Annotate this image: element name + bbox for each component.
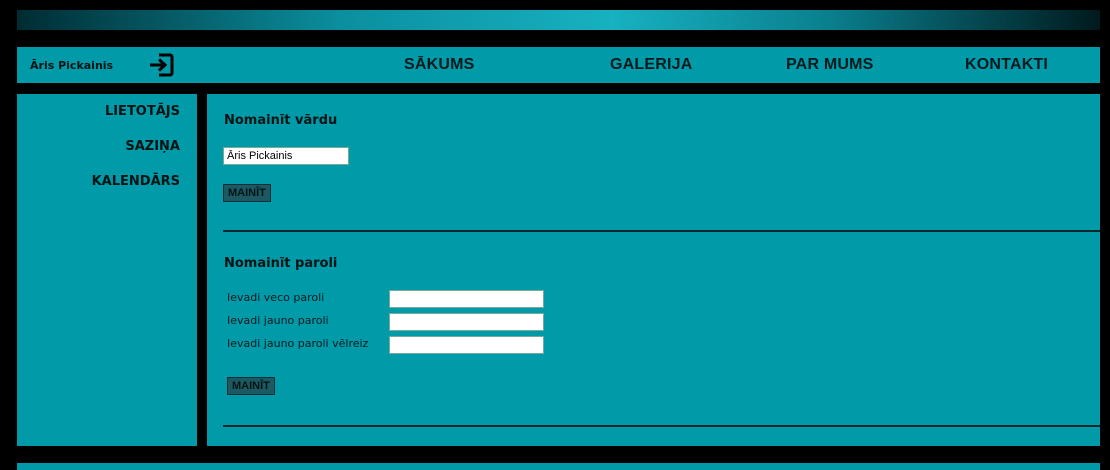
repeat-password-field[interactable] bbox=[389, 336, 544, 354]
change-name-button[interactable]: MAINĪT bbox=[223, 184, 271, 202]
name-input[interactable] bbox=[223, 147, 349, 165]
sidebar: LIETOTĀJS SAZIŅA KALENDĀRS bbox=[17, 94, 197, 446]
section-divider bbox=[223, 230, 1100, 232]
new-password-field[interactable] bbox=[389, 313, 544, 331]
user-name: Āris Pickainis bbox=[30, 58, 114, 72]
section-divider bbox=[223, 425, 1100, 427]
sidebar-item-kalendars[interactable]: KALENDĀRS bbox=[92, 174, 180, 189]
sidebar-item-lietotajs[interactable]: LIETOTĀJS bbox=[105, 104, 180, 119]
footer-bar bbox=[17, 463, 1100, 470]
logout-icon[interactable] bbox=[148, 53, 174, 77]
user-area: Āris Pickainis bbox=[17, 47, 197, 83]
top-navigation-bar: Āris Pickainis SĀKUMS GALERIJA PAR MUMS … bbox=[17, 47, 1100, 83]
nav-item-par-mums[interactable]: PAR MUMS bbox=[786, 47, 874, 83]
change-password-button[interactable]: MAINĪT bbox=[227, 377, 275, 395]
header-banner bbox=[17, 10, 1100, 30]
nav-item-kontakti[interactable]: KONTAKTI bbox=[965, 47, 1048, 83]
new-password-label: Ievadi jauno paroli bbox=[227, 314, 329, 327]
sidebar-item-sazina[interactable]: SAZIŅA bbox=[125, 139, 180, 154]
change-name-title: Nomainīt vārdu bbox=[224, 113, 338, 128]
nav-item-sakums[interactable]: SĀKUMS bbox=[404, 47, 475, 83]
nav-item-galerija[interactable]: GALERIJA bbox=[610, 47, 693, 83]
repeat-password-label: Ievadi jauno paroli vēlreiz bbox=[227, 337, 369, 350]
change-password-title: Nomainīt paroli bbox=[224, 256, 338, 271]
old-password-field[interactable] bbox=[389, 290, 544, 308]
old-password-label: Ievadi veco paroli bbox=[227, 291, 325, 304]
main-content: Nomainīt vārdu MAINĪT Nomainīt paroli Ie… bbox=[207, 94, 1100, 446]
